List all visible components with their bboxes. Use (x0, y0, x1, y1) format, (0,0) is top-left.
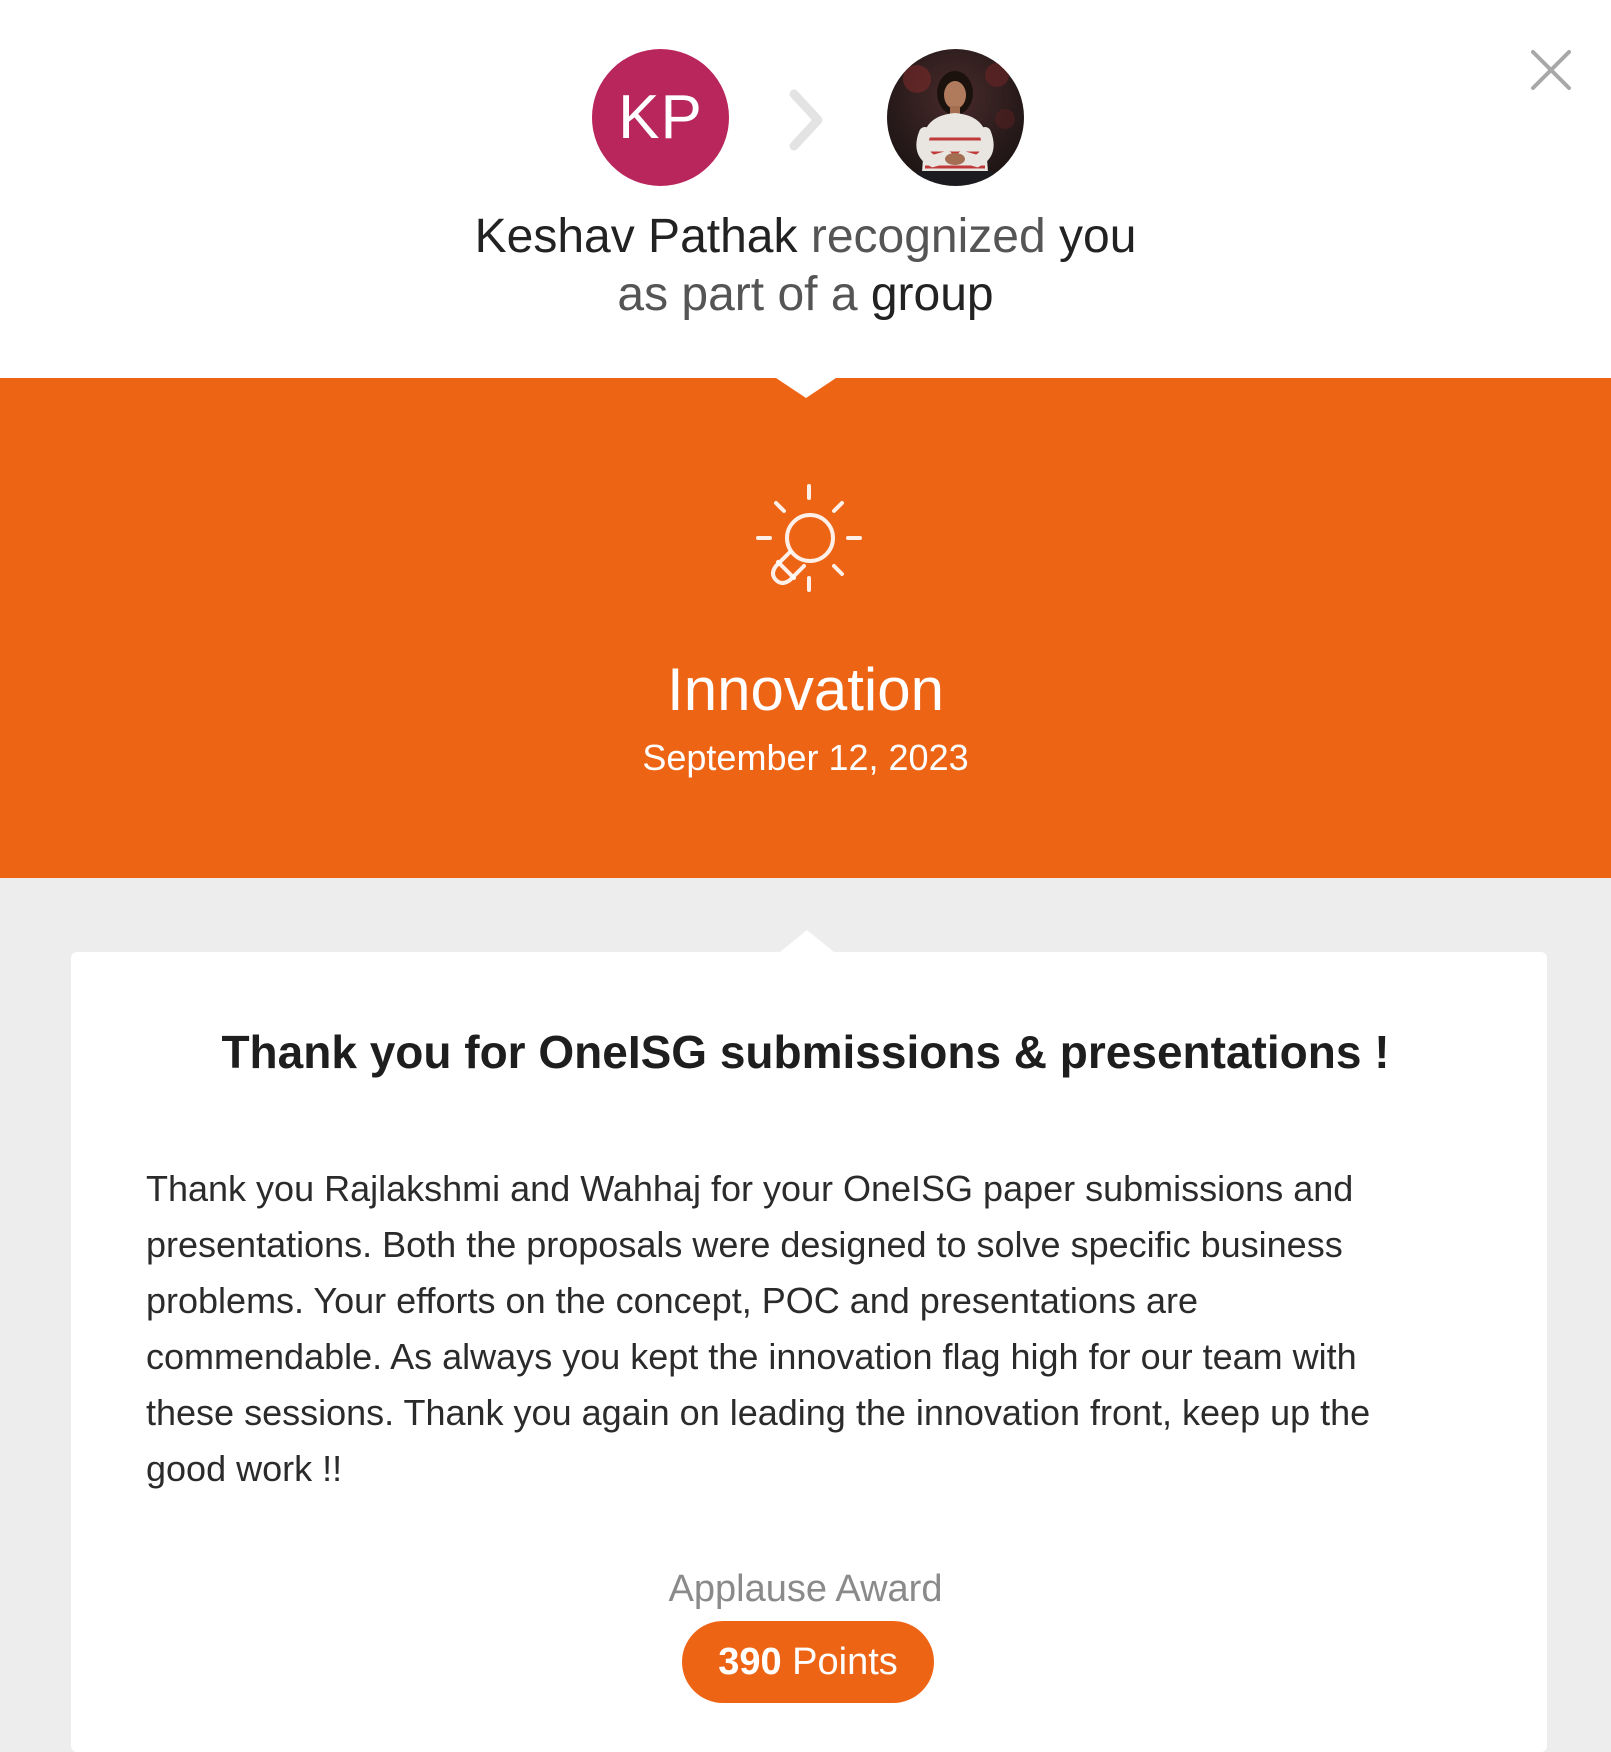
verb-text: recognized (810, 210, 1046, 263)
card-notch (780, 930, 834, 952)
giver-avatar[interactable]: KP (592, 49, 729, 186)
points-unit: Points (792, 1641, 898, 1683)
recognition-headline: Keshav Pathak recognized you as part of … (0, 208, 1611, 324)
recipient-text: you (1059, 210, 1137, 263)
message-body: Thank you Rajlakshmi and Wahhaj for your… (146, 1168, 1371, 1489)
giver-name-link[interactable]: Keshav Pathak (475, 210, 798, 263)
message-title: Thank you for OneISG submissions & prese… (221, 1026, 1390, 1078)
points-badge: 390 Points (682, 1621, 934, 1703)
chevron-right-icon (789, 89, 823, 151)
value-title: Innovation (667, 656, 944, 723)
lightbulb-icon (756, 484, 862, 592)
points-value: 390 (718, 1641, 782, 1683)
recipient-avatar[interactable] (887, 49, 1024, 186)
value-banner (0, 378, 1611, 878)
award-label: Applause Award (668, 1568, 943, 1610)
recognition-date: September 12, 2023 (642, 737, 969, 778)
group-link[interactable]: group (871, 268, 994, 321)
close-icon (1531, 50, 1571, 90)
close-button[interactable] (1527, 46, 1575, 94)
banner-notch (776, 378, 836, 398)
group-prefix-text: as part of a (617, 268, 858, 321)
